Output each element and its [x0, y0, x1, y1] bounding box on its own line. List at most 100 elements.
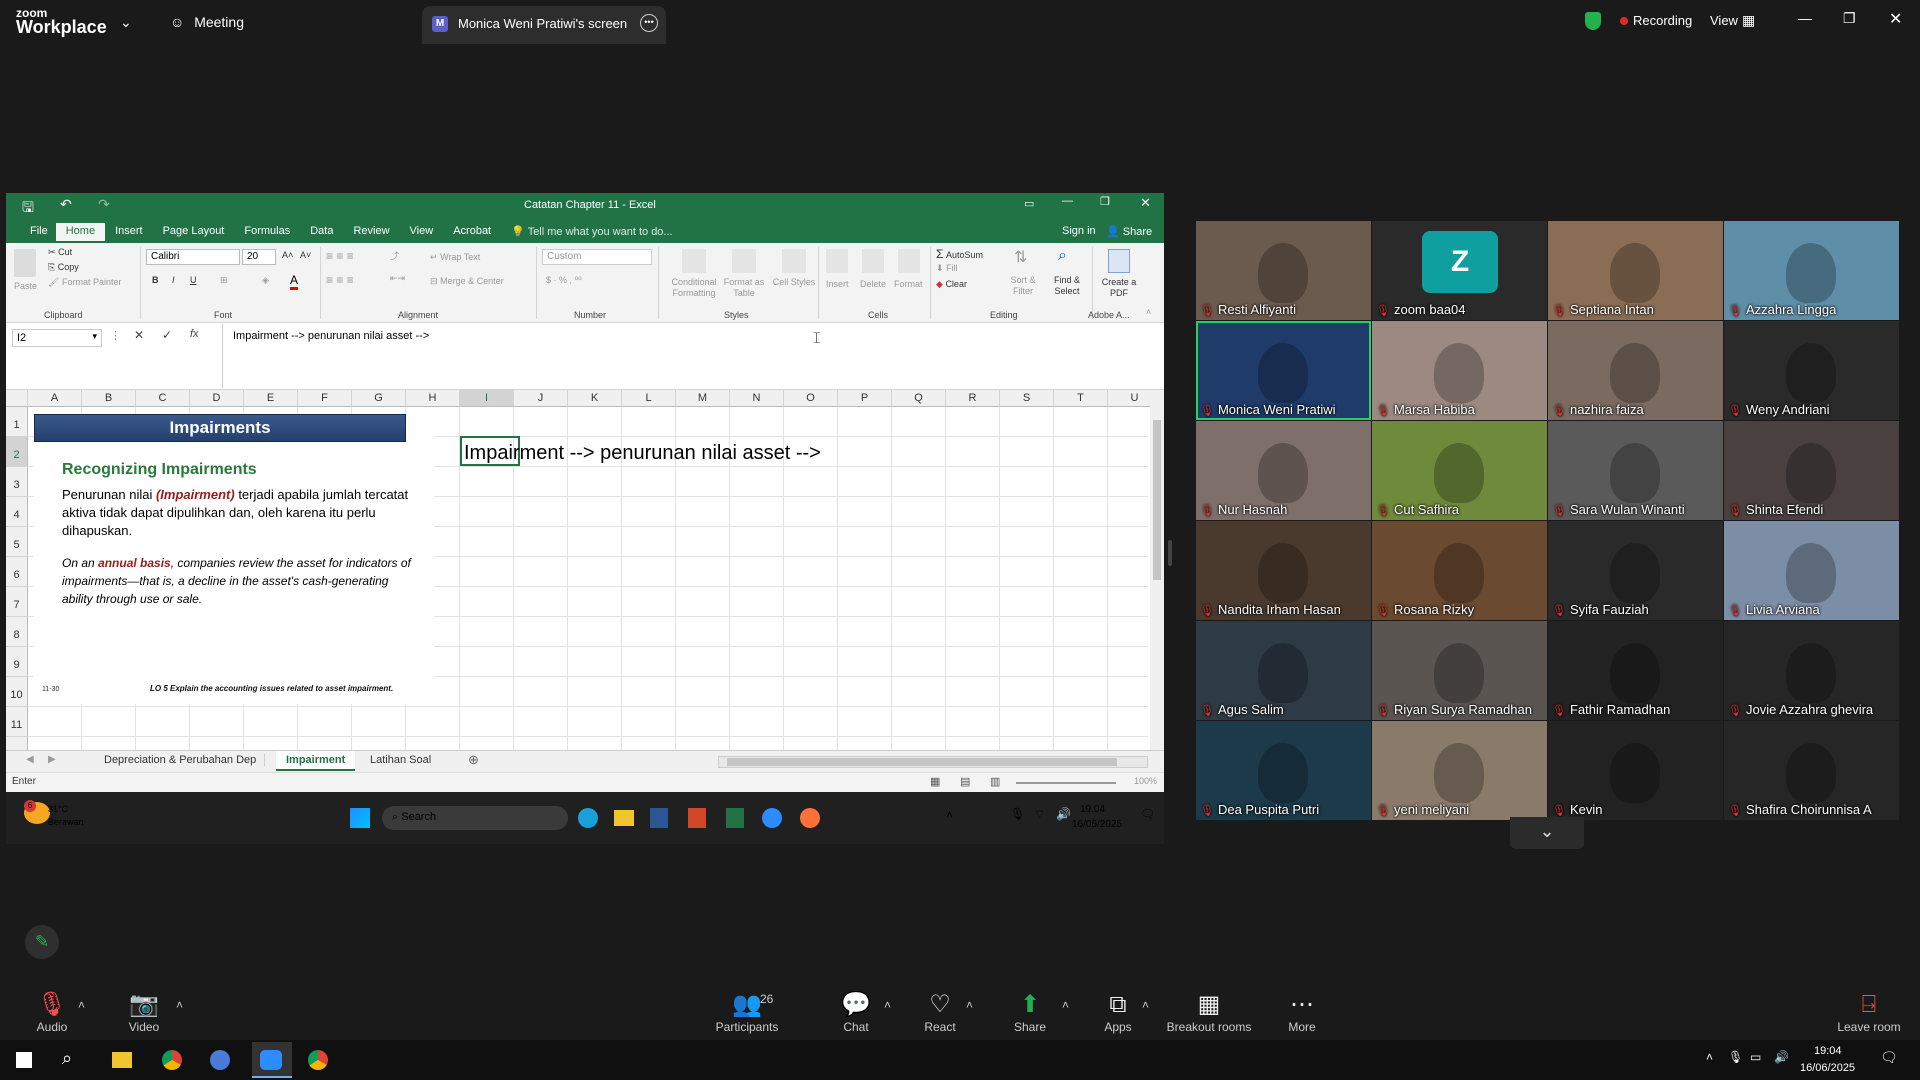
share-options-chevron-icon[interactable]: ˄ [1062, 998, 1069, 1012]
tell-me-box[interactable]: 💡 Tell me what you want to do... [501, 223, 682, 241]
tray-chevron-icon[interactable]: ˄ [1706, 1050, 1713, 1064]
participant-tile[interactable]: 🎙 Nandita Irham Hasan [1196, 521, 1371, 620]
leave-room-button[interactable]: ⍈ Leave room [1834, 990, 1904, 1034]
create-pdf-button[interactable]: Create a PDF [1096, 277, 1142, 299]
zoom-app-icon[interactable] [260, 1050, 282, 1070]
tab-formulas[interactable]: Formulas [234, 223, 300, 241]
add-sheet-icon[interactable]: ⊕ [468, 752, 479, 768]
windows-start-icon[interactable] [16, 1052, 32, 1068]
file-explorer-icon[interactable] [112, 1052, 132, 1068]
horizontal-scrollbar[interactable] [718, 756, 1148, 768]
format-painter-button[interactable]: 🖌 Format Painter [48, 277, 121, 288]
find-select-icon[interactable]: ⌕ [1058, 247, 1067, 265]
font-name-select[interactable]: Calibri [146, 249, 240, 265]
insert-cells-button[interactable]: Insert [826, 279, 849, 289]
participant-tile[interactable]: 🎙 Dea Puspita Putri [1196, 721, 1371, 820]
clear-button[interactable]: ◆ Clear [936, 279, 967, 290]
function-icon[interactable]: fx [190, 328, 199, 340]
create-pdf-icon[interactable] [1108, 249, 1130, 273]
participant-tile[interactable]: 🎙 Jovie Azzahra ghevira [1724, 621, 1899, 720]
volume-icon[interactable]: 🔊 [1774, 1050, 1789, 1064]
participant-tile[interactable]: 🎙 Shinta Efendi [1724, 421, 1899, 520]
row-header[interactable]: 3 [6, 467, 28, 497]
font-color-icon[interactable]: A [290, 273, 299, 290]
mic-tray-icon[interactable]: 🎙 [1010, 807, 1025, 821]
participant-tile[interactable]: 🎙 Livia Arviana [1724, 521, 1899, 620]
align-top-icon[interactable]: ≡ ≡ ≡ [326, 249, 354, 263]
fill-color-icon[interactable]: ◈ [262, 275, 269, 286]
collapse-ribbon-icon[interactable]: ˄ [1146, 307, 1151, 317]
gallery-expand-chevron-icon[interactable]: ⌄ [1510, 817, 1584, 849]
tray-chevron-icon[interactable]: ˄ [946, 808, 953, 822]
sheet-tab-depreciation[interactable]: Depreciation & Perubahan Dep [96, 754, 266, 766]
conditional-formatting-button[interactable]: Conditional Formatting [664, 277, 724, 299]
tab-page-layout[interactable]: Page Layout [153, 223, 235, 241]
excel-restore-icon[interactable]: ❐ [1100, 195, 1110, 208]
row-header[interactable]: 8 [6, 617, 28, 647]
row-header[interactable]: 10 [6, 677, 28, 707]
row-header[interactable]: 2 [6, 437, 28, 467]
more-button[interactable]: ⋯ More [1280, 990, 1324, 1034]
insert-cells-icon[interactable] [826, 249, 848, 273]
edge-icon[interactable] [578, 808, 598, 828]
tab-view[interactable]: View [400, 223, 444, 241]
column-header[interactable]: B [82, 390, 136, 407]
restore-icon[interactable]: ❐ [1843, 10, 1856, 27]
select-all-corner[interactable] [6, 390, 28, 407]
windows-start-icon[interactable] [350, 808, 370, 828]
bold-icon[interactable]: B [152, 275, 159, 285]
tab-file[interactable]: File [22, 223, 56, 241]
column-header[interactable]: H [406, 390, 460, 407]
page-break-view-icon[interactable]: ▥ [990, 775, 1000, 788]
sheet-tab-latihan[interactable]: Latihan Soal [362, 754, 439, 766]
column-header[interactable]: Q [892, 390, 946, 407]
italic-icon[interactable]: I [172, 275, 175, 285]
currency-icon[interactable]: $ · % , ⁰⁰ [546, 275, 582, 286]
column-header[interactable]: N [730, 390, 784, 407]
cell-I2-content[interactable]: Impairment --> penurunan nilai asset --> [464, 438, 864, 468]
number-format-select[interactable]: Custom [542, 249, 652, 265]
react-options-chevron-icon[interactable]: ˄ [966, 998, 973, 1012]
excel-icon[interactable] [726, 808, 744, 828]
shrink-font-icon[interactable]: A˅ [300, 250, 311, 260]
redo-icon[interactable]: ↷ [98, 196, 110, 213]
paste-button[interactable]: Paste [14, 281, 37, 291]
firefox-icon[interactable] [800, 808, 820, 828]
vertical-scrollbar[interactable] [1150, 390, 1164, 750]
row-header[interactable]: 7 [6, 587, 28, 617]
tab-review[interactable]: Review [343, 223, 399, 241]
audio-button[interactable]: 🎙 Audio [30, 990, 74, 1034]
format-cells-button[interactable]: Format [894, 279, 923, 289]
name-box[interactable]: I2 ▾ [12, 329, 102, 347]
participant-tile[interactable]: 🎙 Syifa Fauziah [1548, 521, 1723, 620]
mic-tray-icon[interactable]: 🎙 [1728, 1050, 1743, 1064]
worksheet-grid[interactable]: ABCDEFGHIJKLMNOPQRSTU 123456789101112 Im… [6, 390, 1164, 767]
tab-data[interactable]: Data [300, 223, 343, 241]
column-header[interactable]: E [244, 390, 298, 407]
chat-button[interactable]: 💬 Chat [834, 990, 878, 1034]
tab-insert[interactable]: Insert [105, 223, 153, 241]
conditional-formatting-icon[interactable] [682, 249, 706, 273]
participant-tile[interactable]: 🎙 Weny Andriani [1724, 321, 1899, 420]
share-button[interactable]: 👤 Share [1106, 225, 1152, 238]
row-header[interactable]: 4 [6, 497, 28, 527]
panel-splitter[interactable] [1168, 540, 1172, 566]
zoom-slider[interactable] [1016, 782, 1116, 784]
hscroll-thumb[interactable] [727, 758, 1117, 766]
column-header[interactable]: A [28, 390, 82, 407]
tab-home[interactable]: Home [55, 223, 106, 241]
participant-tile[interactable]: 🎙 Rosana Rizky [1372, 521, 1547, 620]
react-button[interactable]: ♡ React [918, 990, 962, 1034]
powerpoint-icon[interactable] [688, 808, 706, 828]
grow-font-icon[interactable]: A˄ [282, 250, 293, 260]
normal-view-icon[interactable]: ▦ [930, 775, 940, 788]
security-shield-icon[interactable] [1585, 12, 1601, 30]
apps-button[interactable]: ⧉ Apps [1096, 990, 1140, 1034]
cell-styles-button[interactable]: Cell Styles [772, 277, 816, 288]
row-header[interactable]: 5 [6, 527, 28, 557]
volume-icon[interactable]: 🔊 [1056, 807, 1071, 821]
participant-tile[interactable]: 🎙 Shafira Choirunnisa A [1724, 721, 1899, 820]
video-options-chevron-icon[interactable]: ˄ [176, 998, 183, 1012]
column-header[interactable]: T [1054, 390, 1108, 407]
search-icon[interactable]: ⌕ [62, 1048, 72, 1069]
